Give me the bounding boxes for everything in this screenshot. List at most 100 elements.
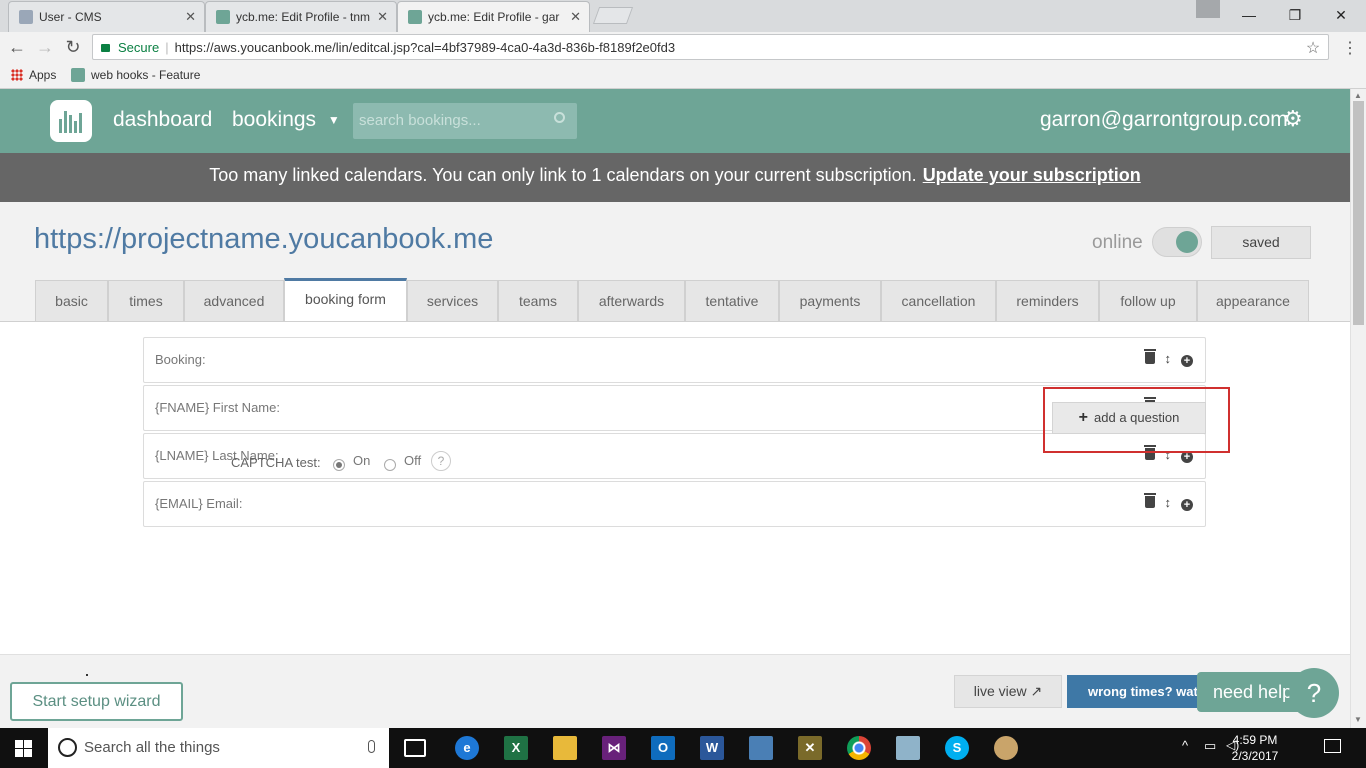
gear-icon[interactable]: ⚙ (1283, 108, 1303, 130)
nav-dashboard[interactable]: dashboard (113, 108, 212, 132)
close-icon[interactable]: ✕ (570, 9, 581, 25)
profile-icon[interactable] (1196, 0, 1220, 18)
chrome-icon[interactable] (847, 736, 871, 760)
tab-basic[interactable]: basic (35, 280, 108, 322)
online-toggle[interactable] (1152, 227, 1202, 257)
tray-chevron-icon[interactable]: ^ (1182, 738, 1188, 753)
need-help-widget[interactable]: need help ? (1197, 668, 1339, 718)
browser-toolbar: ← → ↻ Secure | https://aws.youcanbook.me/l… (0, 32, 1366, 62)
paint-icon[interactable] (994, 736, 1018, 760)
tab-cancellation[interactable]: cancellation (881, 280, 996, 322)
address-bar[interactable]: Secure | https://aws.youcanbook.me/lin/edi… (92, 34, 1329, 60)
browser-tab-cms[interactable]: User - CMS ✕ (8, 1, 205, 32)
saved-button[interactable]: saved (1211, 226, 1311, 259)
word-icon[interactable]: W (700, 736, 724, 760)
bookmarks-bar: Apps web hooks - Feature (0, 62, 1366, 89)
close-icon[interactable]: ✕ (377, 9, 388, 25)
outlook-icon[interactable]: O (651, 736, 675, 760)
close-window-button[interactable]: ✕ (1318, 3, 1364, 27)
help-question-icon: ? (1289, 668, 1339, 718)
browser-tab-edit-profile-tnm[interactable]: ycb.me: Edit Profile - tnm ✕ (205, 1, 397, 32)
profile-url-title: https://projectname.youcanbook.me (34, 223, 494, 255)
captcha-off-radio[interactable] (384, 459, 396, 471)
taskbar-search-box[interactable]: Search all the things (48, 728, 389, 768)
scroll-down-icon[interactable]: ▼ (1354, 715, 1362, 724)
tab-reminders[interactable]: reminders (996, 280, 1099, 322)
live-view-button[interactable]: live view ↗ (954, 675, 1062, 708)
bookmark-star-icon[interactable]: ☆ (1298, 38, 1328, 58)
tools-icon[interactable]: ✕ (798, 736, 822, 760)
new-tab-button[interactable] (592, 7, 634, 24)
app-icon[interactable] (749, 736, 773, 760)
tab-follow-up[interactable]: follow up (1099, 280, 1197, 322)
account-email[interactable]: garron@garrontgroup.com (1040, 108, 1288, 132)
browser-tab-title: ycb.me: Edit Profile - gar (428, 10, 560, 24)
toggle-knob (1176, 231, 1198, 253)
nav-bookings[interactable]: bookings ▼ (232, 108, 340, 132)
question-label: Booking: (155, 352, 206, 367)
start-setup-wizard-button[interactable]: Start setup wizard (10, 682, 183, 721)
move-updown-icon[interactable]: ↕ (1165, 351, 1172, 366)
restore-button[interactable]: ❐ (1272, 3, 1318, 27)
tab-payments[interactable]: payments (779, 280, 881, 322)
back-arrow-icon[interactable]: ← (6, 36, 28, 58)
tab-afterwards[interactable]: afterwards (578, 280, 685, 322)
search-placeholder: search bookings... (359, 112, 481, 129)
visual-studio-icon[interactable]: ⋈ (602, 736, 626, 760)
plus-circle-icon[interactable]: + (1181, 355, 1193, 367)
minimize-button[interactable]: — (1226, 3, 1272, 27)
reload-icon[interactable]: ↻ (62, 36, 84, 58)
notes-icon[interactable] (896, 736, 920, 760)
tab-tentative[interactable]: tentative (685, 280, 779, 322)
update-subscription-link[interactable]: Update your subscription (923, 165, 1141, 185)
tab-teams[interactable]: teams (498, 280, 578, 322)
youcanbookme-logo-icon[interactable] (50, 100, 92, 142)
lock-icon (101, 44, 110, 52)
forward-arrow-icon[interactable]: → (34, 36, 56, 58)
trash-icon[interactable] (1143, 349, 1156, 364)
scroll-thumb[interactable] (1353, 101, 1364, 325)
tab-advanced[interactable]: advanced (184, 280, 284, 322)
tab-services[interactable]: services (407, 280, 498, 322)
captcha-on-radio[interactable] (333, 459, 345, 471)
wrong-times-button[interactable]: wrong times? wat (1067, 675, 1207, 708)
task-view-icon[interactable] (404, 739, 426, 757)
edge-icon[interactable]: e (455, 736, 479, 760)
notifications-icon[interactable] (1324, 739, 1341, 753)
question-row[interactable]: Booking: ↕ + (143, 337, 1206, 383)
excel-icon[interactable]: X (504, 736, 528, 760)
browser-tab-edit-profile-gar[interactable]: ycb.me: Edit Profile - gar ✕ (397, 1, 590, 32)
network-icon[interactable]: ▭ (1204, 738, 1216, 754)
captcha-off-label[interactable]: Off (404, 453, 421, 468)
captcha-on-label[interactable]: On (353, 453, 370, 468)
tab-booking-form[interactable]: booking form (284, 278, 407, 323)
question-actions: ↕+ (1143, 349, 1193, 367)
page-scrollbar[interactable]: ▲ ▼ (1350, 89, 1366, 728)
file-explorer-icon[interactable] (553, 736, 577, 760)
question-actions: ↕+ (1143, 493, 1193, 511)
bookmark-web-hooks[interactable]: web hooks - Feature (71, 68, 200, 82)
skype-icon[interactable]: S (945, 736, 969, 760)
trash-icon[interactable] (1143, 493, 1156, 508)
plus-circle-icon[interactable]: + (1181, 499, 1193, 511)
search-icon (554, 112, 565, 123)
browser-menu-icon[interactable]: ⋮ (1342, 38, 1358, 58)
app-header: dashboard bookings ▼ search bookings... … (0, 89, 1350, 153)
system-clock[interactable]: 4:59 PM 2/3/2017 (1230, 732, 1280, 764)
scroll-up-icon[interactable]: ▲ (1354, 91, 1362, 100)
windows-start-icon[interactable] (15, 740, 32, 757)
tab-times[interactable]: times (108, 280, 184, 322)
taskbar-search-placeholder: Search all the things (84, 739, 220, 756)
move-updown-icon[interactable]: ↕ (1165, 495, 1172, 510)
search-bookings-input[interactable]: search bookings... (353, 103, 577, 139)
add-question-button[interactable]: + add a question (1052, 402, 1206, 434)
tab-appearance[interactable]: appearance (1197, 280, 1309, 322)
plus-icon: + (1078, 409, 1089, 426)
close-icon[interactable]: ✕ (185, 9, 196, 25)
microphone-icon[interactable] (368, 740, 375, 753)
online-label: online (1092, 232, 1143, 253)
browser-tabstrip: User - CMS ✕ ycb.me: Edit Profile - tnm … (0, 0, 1366, 32)
bookmark-apps[interactable]: Apps (11, 68, 56, 82)
captcha-help-icon[interactable]: ? (431, 451, 451, 471)
question-row[interactable]: {EMAIL} Email: ↕ + (143, 481, 1206, 527)
